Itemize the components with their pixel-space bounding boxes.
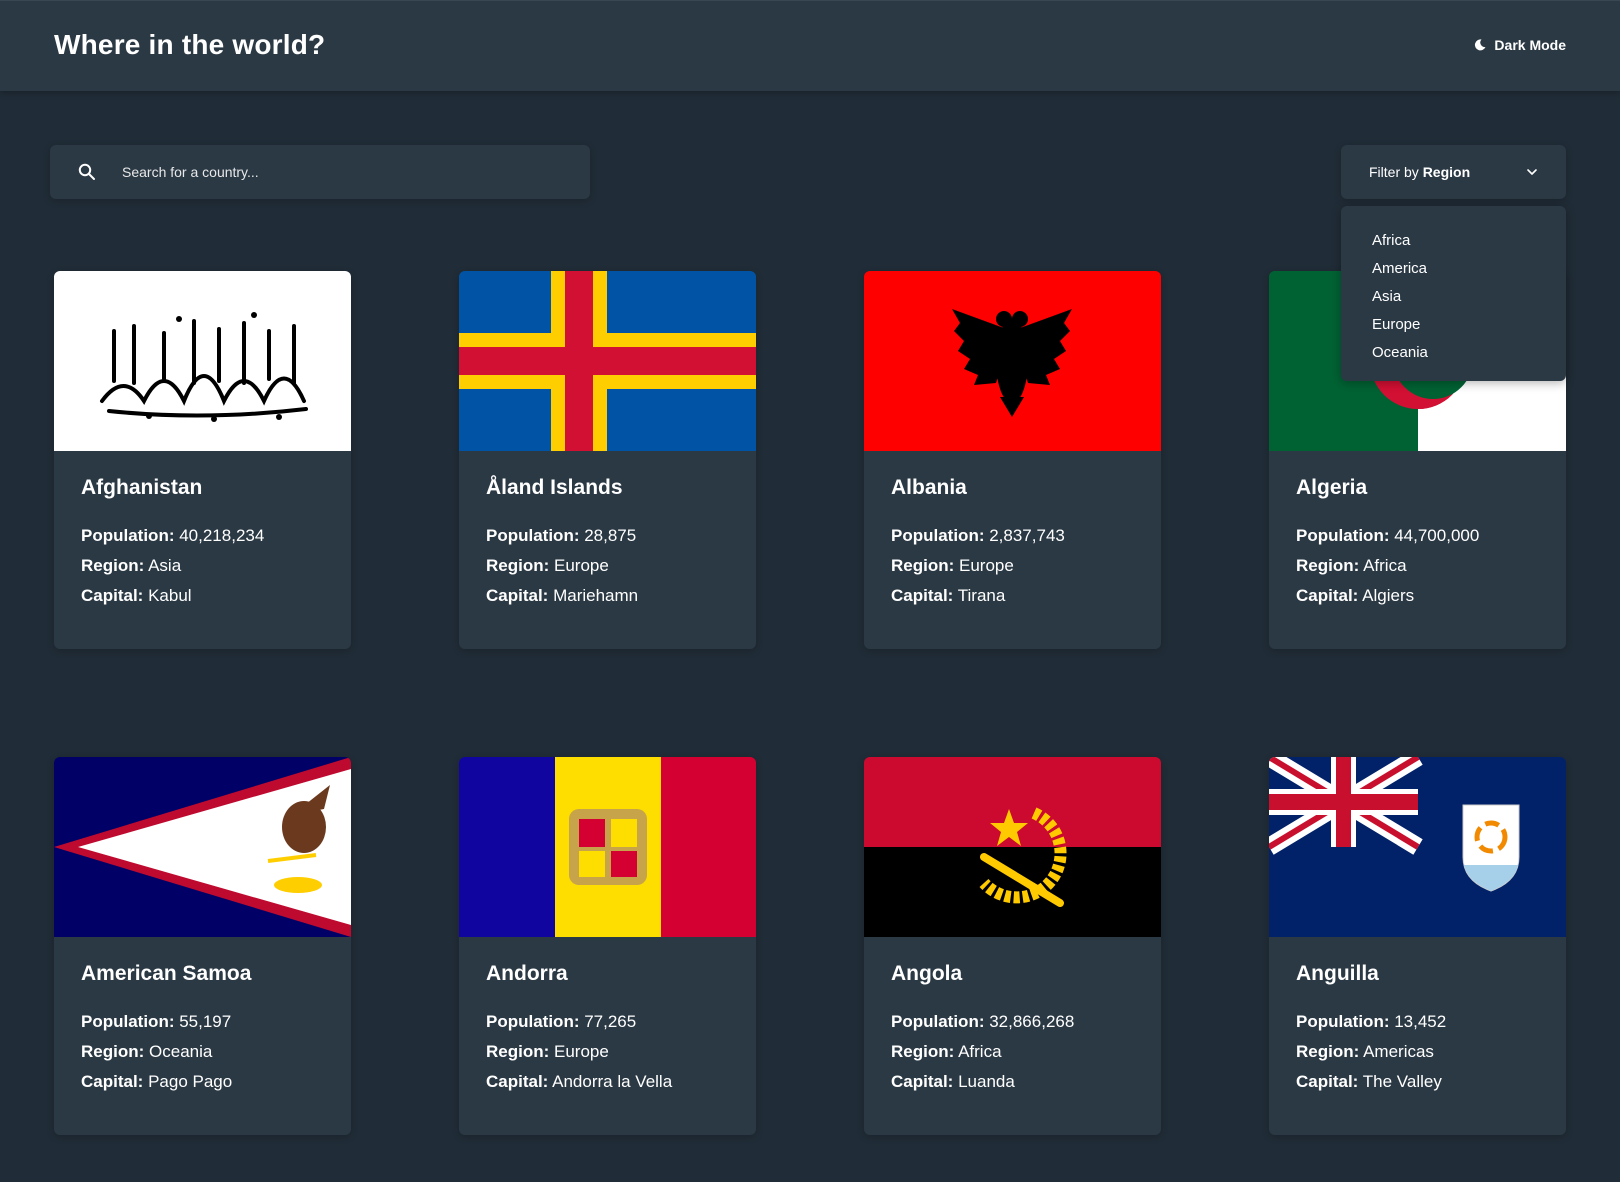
flag-image — [54, 271, 351, 451]
region-value: Asia — [148, 556, 182, 575]
region-value: Africa — [1363, 556, 1407, 575]
population-value: 2,837,743 — [989, 526, 1065, 545]
region-line: Region: Europe — [891, 556, 1014, 575]
card-body: American Samoa Population: 55,197 Region… — [81, 962, 341, 1097]
region-dropdown-menu: Africa America Asia Europe Oceania — [1341, 206, 1566, 381]
region-option-america[interactable]: America — [1341, 255, 1566, 283]
region-line: Region: Americas — [1296, 1042, 1434, 1061]
country-card[interactable]: Afghanistan Population: 40,218,234 Regio… — [54, 271, 351, 649]
flag-image — [864, 757, 1161, 937]
capital-line: Capital: The Valley — [1296, 1072, 1442, 1091]
region-value: Europe — [959, 556, 1014, 575]
capital-value: The Valley — [1362, 1072, 1442, 1091]
region-value: Europe — [554, 556, 609, 575]
region-option-asia[interactable]: Asia — [1341, 283, 1566, 311]
population-line: Population: 32,866,268 — [891, 1012, 1075, 1031]
country-name: Algeria — [1296, 476, 1368, 499]
capital-line: Capital: Kabul — [81, 586, 192, 605]
country-card[interactable]: Albania Population: 2,837,743 Region: Eu… — [864, 271, 1161, 649]
capital-value: Tirana — [957, 586, 1006, 605]
population-value: 32,866,268 — [989, 1012, 1075, 1031]
region-line: Region: Africa — [891, 1042, 1002, 1061]
card-body: Algeria Population: 44,700,000 Region: A… — [1296, 476, 1556, 611]
moon-icon — [1475, 39, 1486, 51]
country-name: Andorra — [486, 962, 568, 985]
population-value: 44,700,000 — [1394, 526, 1480, 545]
card-body: Andorra Population: 77,265 Region: Europ… — [486, 962, 746, 1097]
card-body: Afghanistan Population: 40,218,234 Regio… — [81, 476, 341, 611]
country-card[interactable]: American Samoa Population: 55,197 Region… — [54, 757, 351, 1135]
population-value: 13,452 — [1394, 1012, 1447, 1031]
country-name: Albania — [891, 476, 967, 499]
region-value: Europe — [554, 1042, 609, 1061]
capital-line: Capital: Algiers — [1296, 586, 1415, 605]
country-name: Afghanistan — [81, 476, 203, 499]
capital-value: Algiers — [1362, 586, 1415, 605]
country-name: Anguilla — [1296, 962, 1379, 985]
population-line: Population: 13,452 — [1296, 1012, 1447, 1031]
region-filter-select[interactable]: Filter by Region — [1341, 145, 1566, 199]
region-line: Region: Africa — [1296, 556, 1407, 575]
capital-line: Capital: Luanda — [891, 1072, 1015, 1091]
capital-line: Capital: Mariehamn — [486, 586, 639, 605]
population-line: Population: 77,265 — [486, 1012, 637, 1031]
population-value: 28,875 — [584, 526, 637, 545]
capital-line: Capital: Andorra la Vella — [486, 1072, 673, 1091]
chevron-down-icon — [1527, 169, 1537, 175]
country-card[interactable]: Anguilla Population: 13,452 Region: Amer… — [1269, 757, 1566, 1135]
population-line: Population: 40,218,234 — [81, 526, 265, 545]
flag-image — [54, 757, 351, 937]
country-name: Angola — [891, 962, 963, 985]
country-name: Åland Islands — [486, 476, 623, 499]
card-body: Albania Population: 2,837,743 Region: Eu… — [891, 476, 1151, 611]
region-value: Africa — [958, 1042, 1002, 1061]
flag-image — [1269, 757, 1566, 937]
flag-image — [459, 757, 756, 937]
population-line: Population: 2,837,743 — [891, 526, 1065, 545]
region-value: Americas — [1363, 1042, 1434, 1061]
population-value: 40,218,234 — [179, 526, 265, 545]
dark-mode-toggle[interactable]: Dark Mode — [1474, 37, 1566, 53]
region-option-africa[interactable]: Africa — [1341, 227, 1566, 255]
region-value: Oceania — [149, 1042, 213, 1061]
country-card[interactable]: Åland Islands Population: 28,875 Region:… — [459, 271, 756, 649]
capital-value: Kabul — [148, 586, 192, 605]
card-body: Åland Islands Population: 28,875 Region:… — [486, 476, 746, 611]
population-line: Population: 28,875 — [486, 526, 637, 545]
capital-value: Luanda — [958, 1072, 1015, 1091]
region-line: Region: Europe — [486, 556, 609, 575]
app-title: Where in the world? — [54, 29, 326, 60]
flag-image — [459, 271, 756, 451]
region-option-oceania[interactable]: Oceania — [1341, 339, 1566, 367]
search-icon — [78, 163, 95, 180]
population-line: Population: 55,197 — [81, 1012, 232, 1031]
capital-line: Capital: Tirana — [891, 586, 1006, 605]
flag-image — [864, 271, 1161, 451]
population-value: 55,197 — [179, 1012, 232, 1031]
search-box[interactable] — [50, 145, 590, 199]
top-header: Where in the world? Dark Mode — [0, 0, 1620, 91]
card-body: Anguilla Population: 13,452 Region: Amer… — [1296, 962, 1556, 1097]
dark-mode-label: Dark Mode — [1494, 37, 1566, 53]
country-name: American Samoa — [81, 962, 252, 985]
capital-value: Andorra la Vella — [552, 1072, 673, 1091]
population-line: Population: 44,700,000 — [1296, 526, 1480, 545]
capital-value: Pago Pago — [148, 1072, 233, 1091]
capital-value: Mariehamn — [553, 586, 639, 605]
region-line: Region: Europe — [486, 1042, 609, 1061]
filter-label: Filter by Region — [1369, 164, 1471, 180]
country-card[interactable]: Angola Population: 32,866,268 Region: Af… — [864, 757, 1161, 1135]
region-option-europe[interactable]: Europe — [1341, 311, 1566, 339]
country-card[interactable]: Andorra Population: 77,265 Region: Europ… — [459, 757, 756, 1135]
region-line: Region: Asia — [81, 556, 182, 575]
population-value: 77,265 — [584, 1012, 637, 1031]
region-line: Region: Oceania — [81, 1042, 213, 1061]
search-input[interactable] — [122, 145, 572, 199]
capital-line: Capital: Pago Pago — [81, 1072, 233, 1091]
card-body: Angola Population: 32,866,268 Region: Af… — [891, 962, 1151, 1097]
